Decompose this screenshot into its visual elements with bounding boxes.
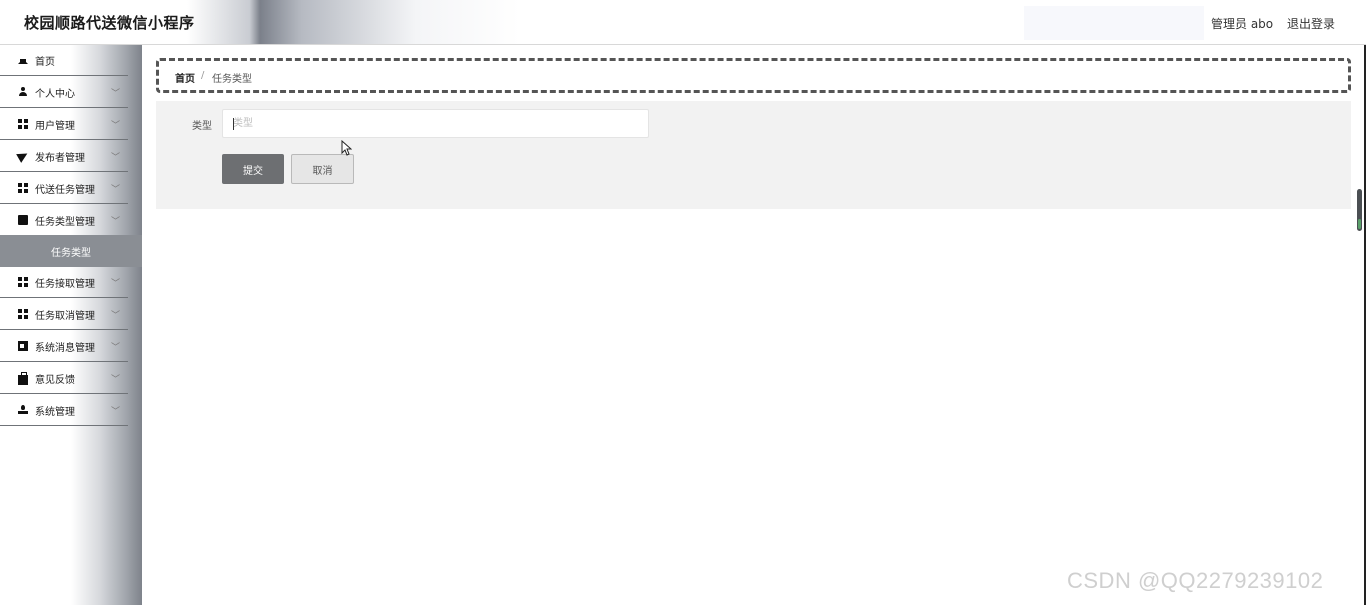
sidebar-subitem-task-type[interactable]: 任务类型	[0, 235, 142, 267]
sidebar-item-label: 系统消息管理	[35, 342, 95, 354]
sidebar-item-task-accept[interactable]: 任务接取管理 ﹀	[0, 267, 128, 298]
breadcrumb-current: 任务类型	[212, 74, 252, 85]
grid-icon	[18, 309, 28, 319]
sidebar-item-label: 代送任务管理	[35, 184, 95, 196]
sidebar-item-profile[interactable]: 个人中心 ﹀	[0, 77, 128, 108]
breadcrumb: 首页 / 任务类型	[156, 58, 1351, 93]
type-field-label: 类型	[192, 121, 212, 132]
sidebar-item-task-types[interactable]: 任务类型管理 ﹀	[0, 205, 128, 236]
sidebar-item-label: 任务类型管理	[35, 216, 95, 228]
sidebar-item-label: 任务接取管理	[35, 278, 95, 290]
submit-button[interactable]: 提交	[222, 154, 284, 184]
chevron-down-icon: ﹀	[110, 279, 120, 289]
user-icon	[18, 87, 28, 97]
sidebar-item-task-cancel[interactable]: 任务取消管理 ﹀	[0, 299, 128, 330]
sidebar-item-label: 系统管理	[35, 406, 75, 418]
chevron-down-icon: ﹀	[110, 343, 120, 353]
chevron-down-icon: ﹀	[110, 89, 120, 99]
chevron-up-icon: ﹀	[110, 217, 120, 227]
task-type-form: 类型 提交 取消	[156, 101, 1351, 209]
sidebar-item-system-admin[interactable]: 系统管理 ﹀	[0, 395, 128, 426]
sidebar-item-label: 任务取消管理	[35, 310, 95, 322]
top-header: 校园顺路代送微信小程序 管理员 abo 退出登录	[0, 0, 1366, 45]
breadcrumb-home[interactable]: 首页	[175, 70, 195, 85]
grid-icon	[18, 183, 28, 193]
sidebar-item-publishers[interactable]: 发布者管理 ﹀	[0, 141, 128, 172]
grid-icon	[18, 119, 28, 129]
sidebar-item-label: 首页	[35, 56, 55, 68]
chevron-down-icon: ﹀	[110, 311, 120, 321]
cancel-button[interactable]: 取消	[291, 154, 354, 184]
breadcrumb-separator: /	[201, 70, 205, 81]
trash-icon	[18, 341, 28, 351]
chat-icon	[18, 215, 28, 225]
watermark-text: CSDN @QQ2279239102	[1067, 568, 1324, 593]
briefcase-icon	[18, 372, 28, 385]
sidebar-item-label: 个人中心	[35, 88, 75, 100]
admin-user-label: 管理员 abo	[1211, 17, 1274, 31]
logout-link[interactable]: 退出登录	[1287, 15, 1335, 32]
grid-icon	[18, 277, 28, 287]
send-icon	[16, 149, 30, 163]
sidebar-item-label: 意见反馈	[35, 374, 75, 386]
app-title: 校园顺路代送微信小程序	[24, 14, 195, 32]
sidebar-item-home[interactable]: 首页	[0, 45, 128, 76]
sidebar-item-system-messages[interactable]: 系统消息管理 ﹀	[0, 331, 128, 362]
chevron-down-icon: ﹀	[110, 121, 120, 131]
admin-icon	[18, 405, 28, 415]
chevron-down-icon: ﹀	[110, 407, 120, 417]
sidebar-subitem-label: 任务类型	[51, 247, 91, 259]
sidebar-item-delivery-tasks[interactable]: 代送任务管理 ﹀	[0, 173, 128, 204]
sidebar-item-label: 用户管理	[35, 120, 75, 132]
home-icon	[18, 54, 28, 64]
chevron-down-icon: ﹀	[110, 153, 120, 163]
type-input[interactable]	[222, 109, 649, 138]
text-caret	[233, 118, 234, 130]
sidebar: 首页 个人中心 ﹀ 用户管理 ﹀ 发布者管理 ﹀ 代送任务管理 ﹀ 任务类型管理…	[0, 45, 142, 605]
header-highlight	[1024, 6, 1204, 40]
sidebar-item-label: 发布者管理	[35, 152, 85, 164]
sidebar-item-users[interactable]: 用户管理 ﹀	[0, 109, 128, 140]
chevron-down-icon: ﹀	[110, 185, 120, 195]
chevron-down-icon: ﹀	[110, 375, 120, 385]
vertical-scrollbar[interactable]	[1357, 189, 1362, 231]
sidebar-item-feedback[interactable]: 意见反馈 ﹀	[0, 363, 128, 394]
